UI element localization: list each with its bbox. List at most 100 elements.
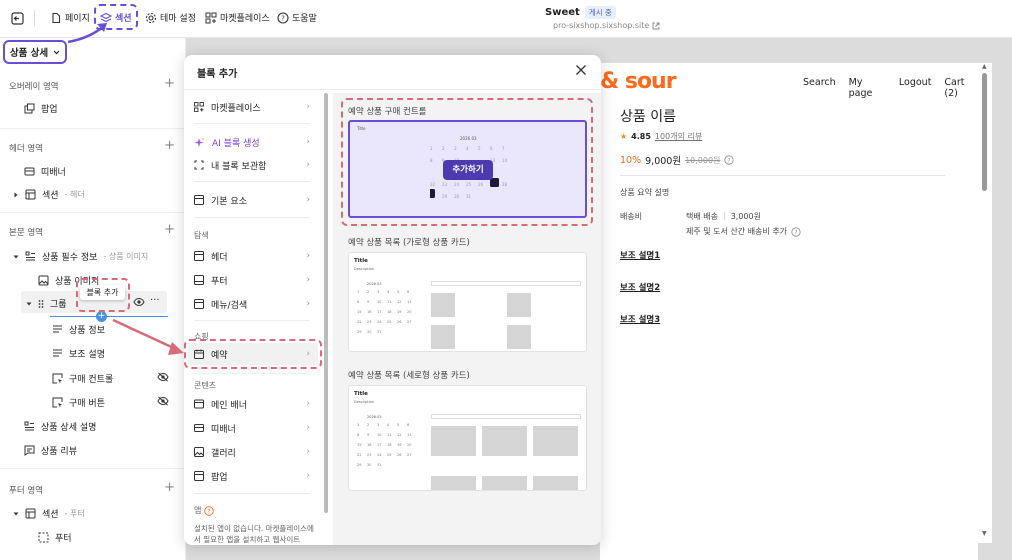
page-tab[interactable]: 페이지 (50, 11, 90, 24)
menu-main-banner[interactable]: 메인 배너 › (194, 395, 310, 413)
preview-card-vertical-list[interactable]: Title Description 2026.03 123456 8 9 10 11 1… (348, 385, 587, 491)
sidebar-item-buy-control[interactable]: 구매 컨트롤 (52, 372, 113, 385)
sidebar-item-review[interactable]: 상품 리뷰 (24, 444, 77, 457)
menu-footer[interactable]: 푸터 › (194, 271, 310, 289)
add-block-button[interactable]: 추가하기 (443, 160, 493, 180)
eye-off-icon[interactable] (157, 396, 169, 406)
popup-icon (194, 471, 204, 481)
menu-basic[interactable]: 기본 요소 › (194, 191, 310, 209)
eye-icon[interactable] (133, 297, 145, 307)
scroll-up-icon[interactable]: ▲ (982, 63, 987, 70)
popup-icon (24, 103, 35, 114)
shop-logo[interactable]: & sour (600, 69, 677, 94)
price: 9,000원 (645, 156, 682, 167)
svg-text:9: 9 (367, 300, 369, 304)
sidebar-item-detail-desc[interactable]: 상품 상세 설명 (24, 420, 96, 433)
menu-menu-search[interactable]: 메뉴/검색 › (194, 295, 310, 313)
sidebar-item-ribbon[interactable]: 띠배너 (24, 165, 66, 178)
shipping-separator: | (722, 211, 726, 220)
sidebar-item-product-info[interactable]: 상품 필수 정보 - 상품 이미지 (13, 250, 148, 263)
svg-text:?: ? (281, 14, 285, 22)
nav-search[interactable]: Search (803, 77, 836, 99)
sidebar-item-footer[interactable]: 푸터 (38, 531, 72, 544)
sub-desc-2[interactable]: 보조 설명2 (620, 281, 660, 293)
svg-text:3: 3 (377, 423, 379, 427)
sidebar-item-label: 보조 설명 (69, 350, 105, 360)
help-tab[interactable]: ? 도움말 (277, 11, 317, 24)
theme-tab[interactable]: 테마 설정 (145, 11, 196, 24)
sidebar-item-buy-button[interactable]: 구매 버튼 (52, 396, 105, 409)
sub-desc-3[interactable]: 보조 설명3 (620, 313, 660, 325)
exit-icon[interactable] (11, 12, 24, 25)
section-tab[interactable]: 섹션 (100, 11, 132, 24)
menu-my-storage[interactable]: 내 블록 보관함 › (194, 156, 310, 174)
product-thumb (482, 426, 527, 456)
svg-text:22: 22 (357, 453, 361, 457)
review-count-link[interactable]: 100개의 리뷰 (655, 131, 702, 142)
shipping-info: 택배 배송 | 3,000원 (686, 211, 761, 222)
insert-block-button[interactable]: + (96, 311, 107, 322)
shop-nav: Search My page Logout Cart (2) (803, 77, 978, 99)
section-icon (194, 251, 204, 261)
menu-reserve[interactable]: 예약 › (194, 345, 310, 363)
sidebar-item-footer-section[interactable]: 섹션 - 푸터 (13, 507, 85, 520)
sidebar-divider (0, 212, 186, 213)
svg-text:2: 2 (367, 423, 369, 427)
help-tab-label: 도움말 (292, 14, 317, 24)
add-overlay-button[interactable]: + (164, 77, 175, 90)
sidebar-item-label: 상품 정보 (69, 326, 105, 336)
preview-card-horizontal-list[interactable]: Title Description 2026.03 123456 8 9 10 11 1… (348, 252, 587, 352)
drag-handle-icon[interactable] (38, 299, 44, 309)
menu-header[interactable]: 헤더 › (194, 247, 310, 265)
eye-off-icon[interactable] (157, 372, 169, 382)
sidebar-item-group[interactable]: 그룹 (26, 297, 67, 310)
menu-popup[interactable]: 팝업 › (194, 467, 310, 485)
product-thumb (431, 293, 455, 317)
menu-marketplace[interactable]: 마켓플레이스 › (194, 98, 310, 116)
svg-text:22: 22 (357, 320, 361, 324)
info-icon[interactable]: ? (791, 226, 801, 237)
marketplace-tab[interactable]: 마켓플레이스 (205, 11, 270, 24)
scroll-down-icon[interactable]: ▼ (982, 530, 987, 537)
svg-text:13: 13 (407, 433, 411, 437)
add-footer-button[interactable]: + (164, 481, 175, 494)
close-icon[interactable] (575, 64, 587, 76)
menu-scrollbar[interactable] (324, 93, 328, 513)
sidebar-item-sub-desc[interactable]: 보조 설명 (52, 347, 105, 360)
banner-icon (194, 399, 204, 409)
sidebar-item-header-section[interactable]: 섹션 - 헤더 (13, 188, 85, 201)
add-body-button[interactable]: + (164, 223, 175, 236)
storage-icon (194, 160, 204, 170)
svg-text:8: 8 (430, 158, 433, 163)
info-icon[interactable]: ? (724, 155, 735, 165)
preview-card-buy-control[interactable]: Title 2026.03 1234567 89101314 222324252… (348, 120, 587, 218)
help-icon[interactable]: ? (204, 505, 215, 516)
nav-logout[interactable]: Logout (899, 77, 932, 99)
add-header-button[interactable]: + (164, 139, 175, 152)
more-icon[interactable]: ··· (150, 295, 160, 306)
sidebar-item-product-info2[interactable]: 상품 정보 (52, 323, 105, 336)
add-block-tooltip: 블록 추가 (80, 285, 125, 300)
menu-ribbon[interactable]: 띠배너 › (194, 419, 310, 437)
menu-divider (194, 493, 310, 494)
menu-gallery[interactable]: 갤러리 › (194, 443, 310, 461)
sidebar-item-popup[interactable]: 팝업 (24, 102, 58, 115)
sidebar-item-label: 섹션 (42, 510, 59, 520)
nav-mypage[interactable]: My page (849, 77, 886, 99)
preview-scrollbar[interactable]: ▲ ▼ (978, 63, 992, 543)
svg-text:24: 24 (377, 453, 382, 457)
card-month: 2026.03 (367, 282, 382, 286)
site-url-link[interactable]: pro-sixshop.sixshop.site (553, 21, 660, 30)
menu-ai-block[interactable]: AI 블록 생성 › (194, 133, 310, 151)
caret-down-icon (26, 301, 32, 307)
sub-desc-1[interactable]: 보조 설명1 (620, 249, 660, 261)
svg-text:29: 29 (357, 463, 361, 467)
page-select[interactable]: 상품 상세 (3, 40, 67, 64)
star-icon: ★ (620, 132, 628, 141)
menu-divider (194, 181, 310, 182)
scrollbar-thumb[interactable] (982, 73, 987, 191)
shipping-label: 배송비 (620, 212, 643, 221)
site-info: Sweet 게시 중 (545, 6, 616, 19)
nav-cart[interactable]: Cart (2) (944, 77, 978, 99)
svg-text:24: 24 (377, 320, 382, 324)
